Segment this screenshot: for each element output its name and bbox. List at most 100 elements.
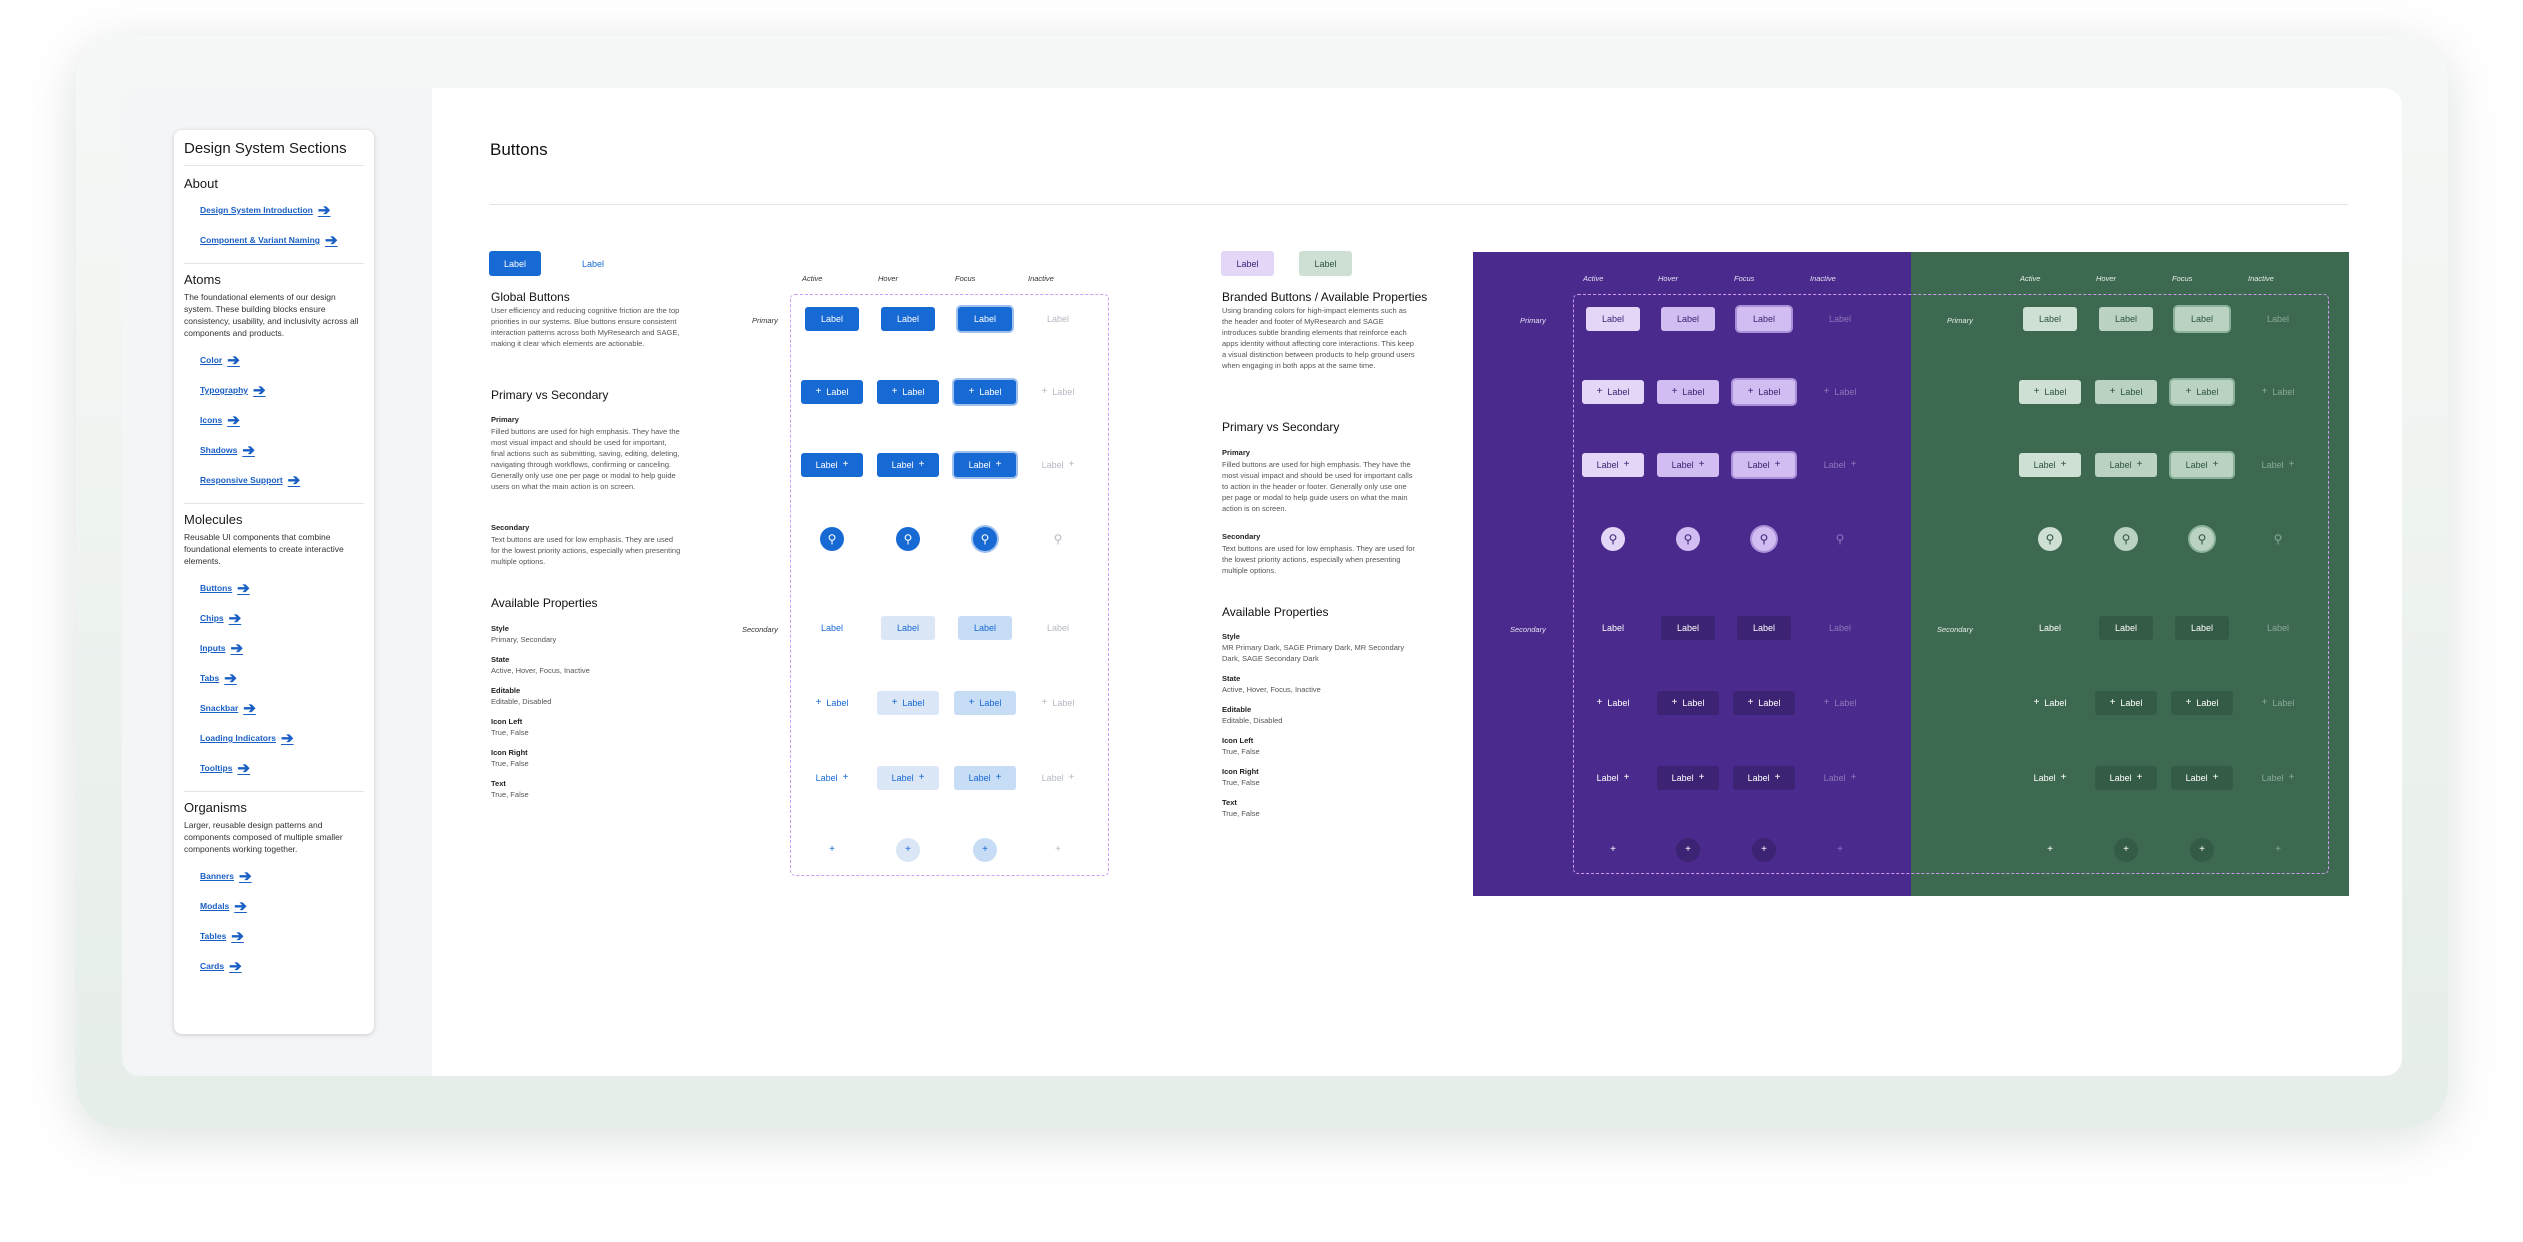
secondary-icon-button[interactable]: + xyxy=(896,838,920,862)
primary-button[interactable]: + Label xyxy=(1657,380,1719,404)
secondary-button[interactable]: + Label xyxy=(801,691,863,715)
primary-button[interactable]: + Label xyxy=(1027,380,1089,404)
secondary-button[interactable]: + Label xyxy=(1657,691,1719,715)
primary-button[interactable]: + Label xyxy=(877,380,939,404)
secondary-button[interactable]: + Label xyxy=(2095,691,2157,715)
sidebar-link[interactable]: Tables ➔ xyxy=(200,921,364,951)
secondary-button[interactable]: Label + xyxy=(2095,766,2157,790)
secondary-icon-button[interactable]: + xyxy=(1752,838,1776,862)
secondary-button[interactable]: Label + xyxy=(1657,766,1719,790)
primary-button[interactable]: Label + xyxy=(877,453,939,477)
primary-button[interactable]: Label + xyxy=(2247,453,2309,477)
primary-button[interactable]: + Label xyxy=(2247,380,2309,404)
secondary-button[interactable]: + Label xyxy=(1027,691,1089,715)
secondary-button[interactable]: Label + xyxy=(2171,766,2233,790)
secondary-icon-button[interactable]: + xyxy=(1601,838,1625,862)
primary-button[interactable]: Label xyxy=(2175,307,2229,331)
primary-button[interactable]: + Label xyxy=(2019,380,2081,404)
primary-button[interactable]: Label + xyxy=(1657,453,1719,477)
secondary-button[interactable]: Label + xyxy=(877,766,939,790)
sidebar-link[interactable]: Inputs ➔ xyxy=(200,633,364,663)
sidebar-link[interactable]: Chips ➔ xyxy=(200,603,364,633)
icon-button[interactable]: ⚲ xyxy=(2190,527,2214,551)
icon-button[interactable]: ⚲ xyxy=(1752,527,1776,551)
secondary-icon-button[interactable]: + xyxy=(1046,838,1070,862)
secondary-icon-button[interactable]: + xyxy=(1676,838,1700,862)
secondary-button[interactable]: + Label xyxy=(2247,691,2309,715)
secondary-icon-button[interactable]: + xyxy=(2190,838,2214,862)
primary-button[interactable]: Label xyxy=(2023,307,2077,331)
secondary-button[interactable]: Label + xyxy=(1733,766,1795,790)
sidebar-link[interactable]: Responsive Support ➔ xyxy=(200,465,364,495)
primary-button[interactable]: Label + xyxy=(1582,453,1644,477)
primary-button[interactable]: + Label xyxy=(1809,380,1871,404)
secondary-button[interactable]: Label xyxy=(2023,616,2077,640)
primary-button[interactable]: Label xyxy=(1661,307,1715,331)
sidebar-link[interactable]: Tabs ➔ xyxy=(200,663,364,693)
icon-button[interactable]: ⚲ xyxy=(1046,527,1070,551)
primary-button[interactable]: Label xyxy=(1813,307,1867,331)
primary-button[interactable]: Label + xyxy=(801,453,863,477)
sidebar-link[interactable]: Loading Indicators ➔ xyxy=(200,723,364,753)
primary-button[interactable]: + Label xyxy=(801,380,863,404)
secondary-button[interactable]: Label xyxy=(1031,616,1085,640)
sidebar-link[interactable]: Typography ➔ xyxy=(200,375,364,405)
secondary-button[interactable]: Label xyxy=(1586,616,1640,640)
secondary-button[interactable]: Label xyxy=(881,616,935,640)
secondary-button[interactable]: + Label xyxy=(1733,691,1795,715)
sample-primary-button[interactable]: Label xyxy=(489,251,541,276)
icon-button[interactable]: ⚲ xyxy=(2266,527,2290,551)
primary-button[interactable]: Label xyxy=(881,307,935,331)
secondary-button[interactable]: Label xyxy=(805,616,859,640)
secondary-button[interactable]: + Label xyxy=(1582,691,1644,715)
primary-button[interactable]: Label + xyxy=(1809,453,1871,477)
secondary-button[interactable]: Label + xyxy=(1582,766,1644,790)
icon-button[interactable]: ⚲ xyxy=(1828,527,1852,551)
icon-button[interactable]: ⚲ xyxy=(2038,527,2062,551)
primary-button[interactable]: + Label xyxy=(954,380,1016,404)
secondary-button[interactable]: + Label xyxy=(2171,691,2233,715)
primary-button[interactable]: Label + xyxy=(2171,453,2233,477)
secondary-button[interactable]: Label + xyxy=(1809,766,1871,790)
primary-button[interactable]: Label xyxy=(805,307,859,331)
sidebar-link[interactable]: Modals ➔ xyxy=(200,891,364,921)
secondary-icon-button[interactable]: + xyxy=(2038,838,2062,862)
primary-button[interactable]: + Label xyxy=(1582,380,1644,404)
secondary-button[interactable]: + Label xyxy=(954,691,1016,715)
primary-button[interactable]: + Label xyxy=(2095,380,2157,404)
secondary-button[interactable]: Label + xyxy=(1027,766,1089,790)
secondary-icon-button[interactable]: + xyxy=(973,838,997,862)
secondary-button[interactable]: + Label xyxy=(2019,691,2081,715)
primary-button[interactable]: + Label xyxy=(1733,380,1795,404)
primary-button[interactable]: Label xyxy=(2099,307,2153,331)
secondary-button[interactable]: Label xyxy=(2099,616,2153,640)
sample-purple-button[interactable]: Label xyxy=(1221,251,1274,276)
sidebar-link[interactable]: Tooltips ➔ xyxy=(200,753,364,783)
secondary-button[interactable]: + Label xyxy=(877,691,939,715)
icon-button[interactable]: ⚲ xyxy=(896,527,920,551)
primary-button[interactable]: Label + xyxy=(1733,453,1795,477)
sidebar-link[interactable]: Design System Introduction ➔ xyxy=(200,195,364,225)
secondary-button[interactable]: Label xyxy=(2251,616,2305,640)
primary-button[interactable]: Label + xyxy=(2019,453,2081,477)
primary-button[interactable]: Label + xyxy=(2095,453,2157,477)
icon-button[interactable]: ⚲ xyxy=(1676,527,1700,551)
sidebar-link[interactable]: Icons ➔ xyxy=(200,405,364,435)
secondary-icon-button[interactable]: + xyxy=(820,838,844,862)
sidebar-link[interactable]: Buttons ➔ xyxy=(200,573,364,603)
icon-button[interactable]: ⚲ xyxy=(2114,527,2138,551)
sample-secondary-button[interactable]: Label xyxy=(567,251,619,276)
secondary-button[interactable]: + Label xyxy=(1809,691,1871,715)
secondary-button[interactable]: Label xyxy=(1661,616,1715,640)
primary-button[interactable]: Label xyxy=(1737,307,1791,331)
sample-green-button[interactable]: Label xyxy=(1299,251,1352,276)
icon-button[interactable]: ⚲ xyxy=(820,527,844,551)
secondary-button[interactable]: Label xyxy=(958,616,1012,640)
icon-button[interactable]: ⚲ xyxy=(973,527,997,551)
secondary-button[interactable]: Label + xyxy=(954,766,1016,790)
secondary-button[interactable]: Label + xyxy=(2019,766,2081,790)
secondary-button[interactable]: Label + xyxy=(801,766,863,790)
secondary-icon-button[interactable]: + xyxy=(2114,838,2138,862)
sidebar-link[interactable]: Color ➔ xyxy=(200,345,364,375)
primary-button[interactable]: Label + xyxy=(1027,453,1089,477)
